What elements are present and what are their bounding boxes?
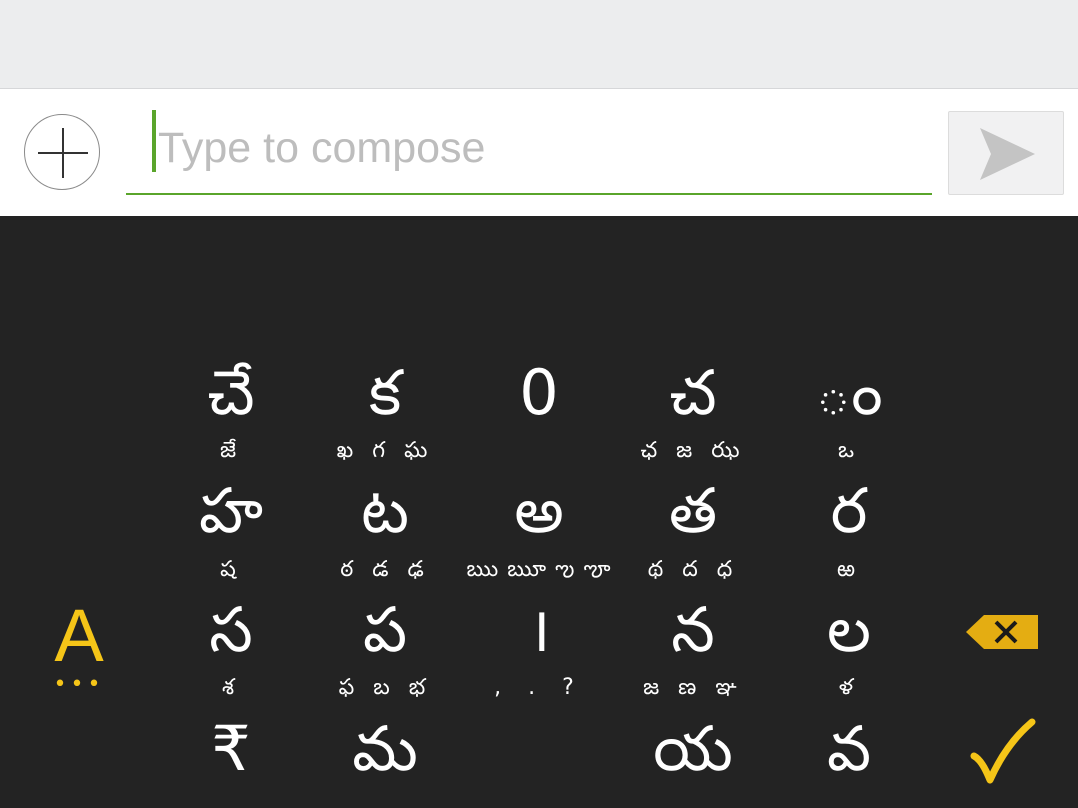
plus-icon — [38, 128, 88, 178]
language-switch-button[interactable]: A ••• — [44, 594, 114, 698]
key-hint — [464, 438, 614, 464]
key-ha[interactable]: హ — [156, 476, 306, 546]
key-space[interactable] — [464, 714, 614, 784]
key-hint: , . ? — [494, 675, 584, 700]
key-hint: ఱ — [836, 557, 862, 582]
text-cursor — [152, 110, 156, 172]
backspace-icon — [966, 615, 1038, 649]
key-hint: ష — [220, 557, 242, 582]
enter-button[interactable] — [968, 716, 1038, 788]
key-rupee[interactable]: ₹ — [156, 714, 306, 784]
status-area — [0, 0, 1078, 89]
key-hint: ఋ ౠ ఌ ౡ — [466, 557, 612, 582]
key-ma[interactable]: మ — [310, 714, 460, 784]
key-ya[interactable]: య — [618, 714, 768, 784]
key-hint: ఠ డ ఢ — [340, 557, 430, 582]
key-sa[interactable]: స — [156, 595, 306, 665]
compose-bar — [0, 89, 1078, 216]
key-hint: ఫ బ భ — [338, 675, 432, 700]
key-ta[interactable]: త — [618, 476, 768, 546]
key-hint: ఖ గ ఘ — [336, 438, 434, 463]
key-ka[interactable]: క — [310, 358, 460, 428]
key-va[interactable]: వ — [774, 714, 924, 784]
compose-input[interactable] — [158, 121, 918, 175]
key-tta[interactable]: ట — [310, 476, 460, 546]
key-che[interactable]: చే — [156, 358, 306, 428]
key-danda[interactable]: । — [464, 595, 614, 665]
key-la[interactable]: ల — [774, 595, 924, 665]
key-cha[interactable]: చ — [618, 358, 768, 428]
key-hint: జే — [219, 438, 243, 463]
key-na[interactable]: న — [618, 595, 768, 665]
key-hint: ఒ — [837, 438, 861, 463]
key-hint: ఛ జ ఝ — [640, 438, 746, 463]
language-label: A — [54, 594, 104, 677]
checkmark-icon — [970, 718, 1036, 784]
key-ra[interactable]: ర — [774, 476, 924, 546]
send-button[interactable] — [948, 111, 1064, 195]
send-icon — [980, 128, 1035, 180]
compose-field-wrapper — [126, 107, 932, 195]
key-zero[interactable]: 0 — [464, 358, 614, 428]
key-hint: శ — [221, 675, 241, 700]
backspace-button[interactable] — [964, 613, 1040, 651]
key-hint: జ ణ ఞ — [643, 675, 743, 700]
key-pa[interactable]: ప — [310, 595, 460, 665]
telugu-keyboard: చే జే క ఖ గ ఘ 0 చ ఛ జ ఝ ం ఒ హ ష ట ఠ డ ఢ … — [0, 216, 1078, 808]
key-anusvara[interactable]: ం — [774, 358, 924, 428]
language-dots: ••• — [53, 672, 105, 697]
add-attachment-button[interactable] — [24, 114, 100, 190]
key-hint: థ ద ధ — [647, 557, 739, 582]
key-hint: ళ — [838, 675, 860, 700]
key-a[interactable]: అ — [464, 476, 614, 546]
